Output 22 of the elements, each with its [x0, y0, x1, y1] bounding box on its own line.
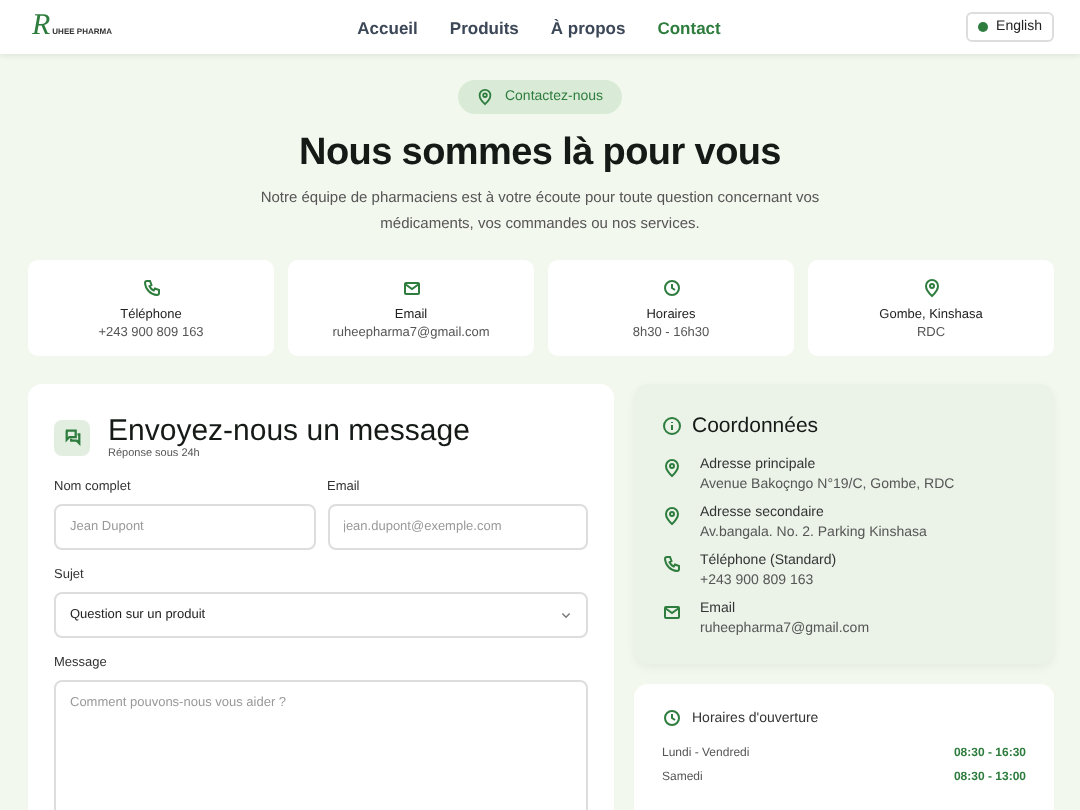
form-title: Envoyez-nous un message — [108, 414, 470, 448]
section-title: Coordonnées — [692, 414, 819, 438]
nav-link[interactable]: À propos — [550, 17, 626, 37]
phone-icon — [662, 554, 682, 574]
clock-icon — [662, 708, 682, 728]
location-pin-icon — [662, 506, 682, 526]
mail-icon — [662, 602, 682, 622]
globe-icon — [978, 22, 989, 32]
nav-link[interactable]: Accueil — [357, 17, 418, 37]
nav-link[interactable]: Contact — [657, 17, 721, 37]
location-pin-icon — [662, 458, 682, 478]
logo-initial: R — [32, 12, 51, 42]
clock-icon — [661, 277, 681, 297]
nav-link[interactable]: Produits — [449, 17, 519, 37]
chat-icon — [54, 419, 90, 455]
phone-icon — [141, 277, 161, 297]
chevron-icon — [560, 609, 572, 621]
mail-icon — [401, 277, 421, 297]
page-title: Nous sommes là pour vous — [299, 132, 781, 176]
location-pin-icon — [921, 277, 941, 297]
location-pin-icon — [476, 88, 495, 106]
info-icon — [662, 416, 682, 436]
